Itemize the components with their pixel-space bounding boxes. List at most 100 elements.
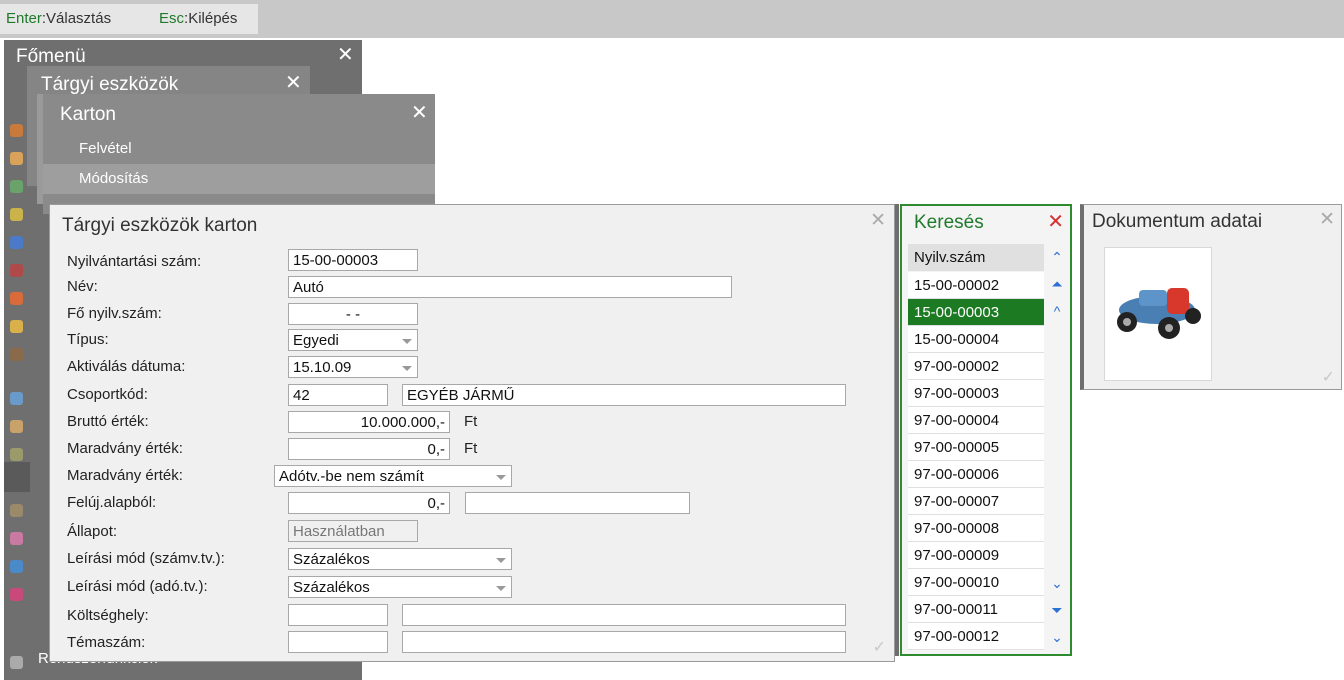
label-name: Név: bbox=[67, 278, 98, 295]
cost-center-name-field[interactable] bbox=[402, 604, 846, 626]
hint-esc-label: Kilépés bbox=[188, 10, 238, 27]
search-result-row[interactable]: 97-00-00009 bbox=[908, 542, 1044, 569]
label-activation-date: Aktiválás dátuma: bbox=[67, 358, 186, 375]
page-up-icon[interactable]: ⏶ bbox=[1048, 274, 1066, 294]
search-result-row[interactable]: 97-00-00004 bbox=[908, 407, 1044, 434]
group-name-field[interactable]: EGYÉB JÁRMŰ bbox=[402, 384, 846, 406]
document-close-icon[interactable]: ✕ bbox=[1319, 208, 1335, 231]
search-column-header[interactable]: Nyilv.szám bbox=[908, 244, 1044, 271]
search-close-icon[interactable]: ✕ bbox=[1047, 209, 1064, 234]
menu-item-icon bbox=[10, 124, 23, 137]
name-field[interactable]: Autó bbox=[288, 276, 732, 298]
menu-item-icon bbox=[10, 504, 23, 517]
chevron-down-icon bbox=[496, 475, 506, 480]
chevron-down-icon bbox=[402, 366, 412, 371]
assets-menu-title: Tárgyi eszközök bbox=[41, 74, 179, 95]
registration-number-field[interactable]: 15-00-00003 bbox=[288, 249, 418, 271]
type-select[interactable]: Egyedi bbox=[288, 329, 418, 351]
menu-item-icon bbox=[10, 532, 23, 545]
karton-menu-item-modositas[interactable]: Módosítás bbox=[43, 164, 435, 194]
label-cost-center: Költséghely: bbox=[67, 607, 149, 624]
hint-bar: Enter:Választás Esc:Kilépés bbox=[0, 0, 1344, 38]
gross-value-unit: Ft bbox=[464, 413, 478, 430]
search-result-row[interactable]: 97-00-00011 bbox=[908, 596, 1044, 623]
search-result-row[interactable]: 97-00-00010 bbox=[908, 569, 1044, 596]
residual-value-field[interactable]: 0,- bbox=[288, 438, 450, 460]
menu-item-icon bbox=[10, 348, 23, 361]
karton-menu-item-felvetel[interactable]: Felvétel bbox=[43, 134, 435, 164]
menu-item-icon bbox=[10, 208, 23, 221]
main-menu-close-icon[interactable]: ✕ bbox=[337, 42, 354, 67]
asset-card-form: Tárgyi eszközök karton ✕ Nyilvántartási … bbox=[49, 204, 895, 662]
karton-menu-close-icon[interactable]: ✕ bbox=[411, 100, 428, 125]
menu-item-icon bbox=[10, 448, 23, 461]
search-result-row[interactable]: 97-00-00012 bbox=[908, 623, 1044, 650]
hint-enter[interactable]: Enter:Választás bbox=[0, 4, 154, 34]
search-result-row[interactable]: 97-00-00005 bbox=[908, 434, 1044, 461]
project-number-name-field[interactable] bbox=[402, 631, 846, 653]
depreciation-accounting-select[interactable]: Százalékos bbox=[288, 548, 512, 570]
form-close-icon[interactable]: ✕ bbox=[870, 209, 886, 232]
karton-menu-title: Karton bbox=[60, 104, 116, 125]
group-code-field[interactable]: 42 bbox=[288, 384, 388, 406]
depreciation-tax-select[interactable]: Százalékos bbox=[288, 576, 512, 598]
karton-menu-panel: Karton ✕ Felvétel Módosítás bbox=[43, 94, 435, 214]
residual-value-tax-value: Adótv.-be nem számít bbox=[279, 468, 424, 485]
menu-item-icon bbox=[10, 264, 23, 277]
document-confirm-check-icon[interactable]: ✓ bbox=[1322, 367, 1335, 387]
search-result-row[interactable]: 97-00-00003 bbox=[908, 380, 1044, 407]
document-thumbnail[interactable] bbox=[1104, 247, 1212, 381]
main-menu-active-marker bbox=[4, 462, 30, 492]
renovation-fund-note-field[interactable] bbox=[465, 492, 690, 514]
type-select-value: Egyedi bbox=[293, 332, 339, 349]
chevron-down-icon bbox=[402, 339, 412, 344]
page-down-icon[interactable]: ⏷ bbox=[1048, 600, 1066, 620]
label-main-registration-number: Fő nyilv.szám: bbox=[67, 305, 162, 322]
status-field: Használatban bbox=[288, 520, 418, 542]
project-number-code-field[interactable] bbox=[288, 631, 388, 653]
hint-esc[interactable]: Esc:Kilépés bbox=[153, 4, 258, 34]
row-up-icon[interactable]: ^ bbox=[1048, 301, 1066, 321]
main-registration-number-field[interactable]: - - bbox=[288, 303, 418, 325]
search-result-row[interactable]: 97-00-00007 bbox=[908, 488, 1044, 515]
renovation-fund-field[interactable]: 0,- bbox=[288, 492, 450, 514]
assets-menu-close-icon[interactable]: ✕ bbox=[285, 70, 302, 95]
row-down-icon[interactable]: ⌄ bbox=[1048, 573, 1066, 593]
label-residual-value: Maradvány érték: bbox=[67, 440, 183, 457]
label-residual-value-tax: Maradvány érték: bbox=[67, 467, 183, 484]
hint-esc-key: Esc bbox=[159, 10, 185, 27]
label-depreciation-tax: Leírási mód (adó.tv.): bbox=[67, 578, 208, 595]
car-image bbox=[1117, 288, 1201, 339]
cost-center-code-field[interactable] bbox=[288, 604, 388, 626]
hint-enter-label: Választás bbox=[46, 10, 112, 27]
scroll-to-top-icon[interactable]: ⌃ bbox=[1048, 247, 1066, 267]
activation-date-value: 15.10.09 bbox=[293, 359, 352, 376]
search-result-row[interactable]: 97-00-00008 bbox=[908, 515, 1044, 542]
search-result-row[interactable]: 97-00-00002 bbox=[908, 353, 1044, 380]
form-title: Tárgyi eszközök karton bbox=[62, 215, 258, 236]
menu-item-icon bbox=[10, 152, 23, 165]
search-result-row[interactable]: 97-00-00006 bbox=[908, 461, 1044, 488]
residual-value-tax-select[interactable]: Adótv.-be nem számít bbox=[274, 465, 512, 487]
search-title: Keresés bbox=[914, 212, 984, 233]
label-gross-value: Bruttó érték: bbox=[67, 413, 149, 430]
menu-item-icon bbox=[10, 392, 23, 405]
scroll-to-bottom-icon[interactable]: ⌄ bbox=[1048, 627, 1066, 647]
label-renovation-fund: Felúj.alapból: bbox=[67, 494, 157, 511]
search-result-row[interactable]: 15-00-00003 bbox=[908, 299, 1044, 326]
menu-item-icon bbox=[10, 420, 23, 433]
gross-value-field[interactable]: 10.000.000,- bbox=[288, 411, 450, 433]
menu-item-icon bbox=[10, 320, 23, 333]
label-depreciation-accounting: Leírási mód (számv.tv.): bbox=[67, 550, 225, 567]
search-result-row[interactable]: 15-00-00004 bbox=[908, 326, 1044, 353]
depreciation-accounting-value: Százalékos bbox=[293, 551, 370, 568]
search-result-row[interactable]: 15-00-00002 bbox=[908, 272, 1044, 299]
main-menu-title: Főmenü bbox=[16, 46, 86, 67]
document-panel: Dokumentum adatai ✕ ✓ bbox=[1080, 204, 1342, 390]
activation-date-select[interactable]: 15.10.09 bbox=[288, 356, 418, 378]
menu-item-icon bbox=[10, 656, 23, 669]
document-title: Dokumentum adatai bbox=[1092, 211, 1263, 232]
label-project-number: Témaszám: bbox=[67, 634, 146, 651]
form-confirm-check-icon[interactable]: ✓ bbox=[873, 637, 886, 657]
chevron-down-icon bbox=[496, 558, 506, 563]
